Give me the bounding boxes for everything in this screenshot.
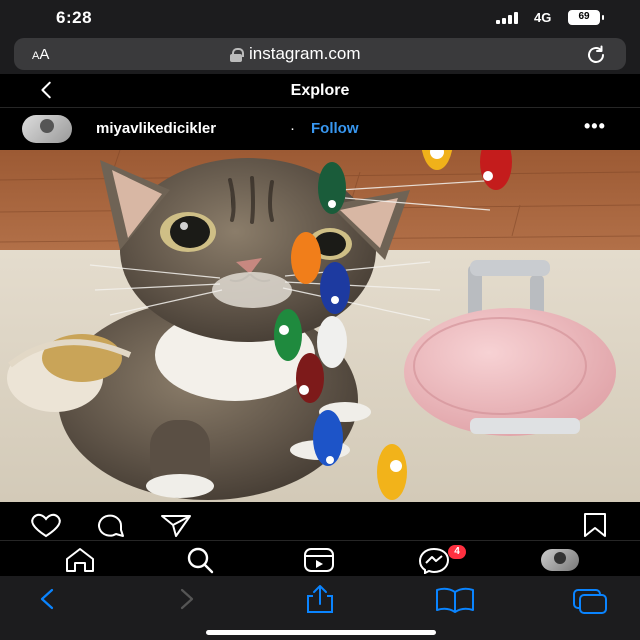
url-text: instagram.com	[249, 44, 361, 63]
more-options-button[interactable]: •••	[584, 116, 606, 137]
post-actions	[0, 502, 640, 542]
battery-icon: 69	[568, 10, 604, 25]
page-title: Explore	[290, 82, 350, 99]
follow-button[interactable]: Follow	[311, 120, 359, 137]
chevron-left-icon[interactable]	[26, 584, 70, 614]
status-time: 6:28	[56, 8, 93, 27]
network-type: 4G	[534, 10, 552, 25]
status-bar: 6:28 4G 69	[0, 0, 640, 34]
profile-avatar[interactable]	[541, 549, 579, 571]
search-icon[interactable]	[180, 546, 220, 574]
home-icon[interactable]	[60, 546, 100, 574]
lock-icon	[230, 47, 244, 62]
reload-icon[interactable]	[584, 43, 608, 67]
post-image[interactable]	[0, 150, 640, 502]
text-size-button[interactable]: AA	[32, 46, 49, 63]
paper-plane-icon[interactable]	[158, 512, 194, 538]
share-icon[interactable]	[298, 584, 342, 614]
notification-badge: 4	[448, 545, 466, 559]
tabs-icon[interactable]	[568, 584, 612, 614]
post-header: miyavlikedicikler · Follow •••	[0, 108, 640, 150]
address-bar[interactable]: AA instagram.com	[14, 38, 626, 70]
post-username[interactable]: miyavlikedicikler	[96, 120, 216, 137]
separator-dot: ·	[290, 120, 295, 137]
instagram-bottom-nav: 4	[0, 540, 640, 576]
book-icon[interactable]	[433, 584, 477, 614]
cellular-signal-icon	[496, 12, 524, 24]
heart-icon[interactable]	[28, 512, 64, 538]
avatar[interactable]	[22, 115, 72, 143]
post-photo	[0, 150, 640, 502]
chevron-right-icon[interactable]	[164, 584, 208, 614]
home-indicator[interactable]	[206, 630, 436, 635]
comment-icon[interactable]	[92, 512, 128, 538]
browser-address-area: AA instagram.com	[0, 34, 640, 74]
explore-header: Explore	[0, 74, 640, 108]
battery-level: 69	[578, 11, 590, 22]
url-field[interactable]: instagram.com	[230, 44, 360, 64]
reels-icon[interactable]	[299, 546, 339, 574]
bookmark-icon[interactable]	[578, 512, 614, 538]
